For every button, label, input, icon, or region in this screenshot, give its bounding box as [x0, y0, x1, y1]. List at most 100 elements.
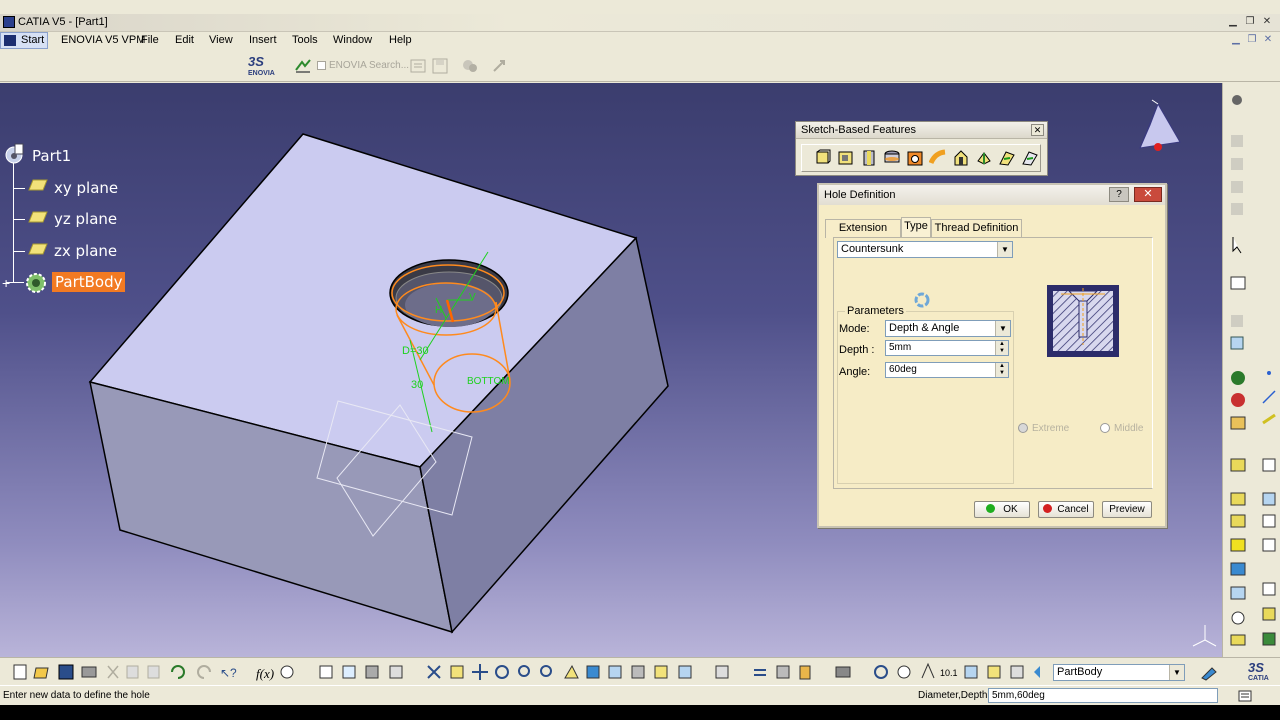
tree-item-zx-plane[interactable]: zx plane — [54, 242, 117, 260]
new-icon — [13, 664, 27, 680]
disabled-icon — [1231, 135, 1243, 147]
enovia-explore-icon[interactable] — [460, 56, 480, 76]
current-body-select[interactable]: PartBody ▼ — [1053, 664, 1185, 681]
undo-icon — [171, 665, 185, 679]
power-input-icon[interactable] — [1238, 689, 1252, 703]
tab-extension[interactable]: Extension — [825, 219, 901, 238]
hide-show-icon — [654, 665, 668, 679]
catia-logo-icon — [4, 35, 16, 46]
minimize-icon[interactable]: ▁ — [1226, 15, 1240, 29]
menu-edit[interactable]: Edit — [175, 34, 194, 46]
stiffener-icon[interactable] — [975, 149, 993, 167]
restore-icon[interactable]: ❐ — [1243, 15, 1257, 29]
catalog-icon — [342, 665, 356, 679]
sketch-based-features-toolbar[interactable]: Sketch-Based Features ✕ — [795, 121, 1048, 176]
expand-icon[interactable]: + — [2, 275, 10, 291]
angle-input[interactable]: 60deg ▲ ▼ — [885, 362, 1009, 378]
depth-input[interactable]: 5mm ▲ ▼ — [885, 340, 1009, 356]
top-toolbar: 3S ENOVIA — [0, 50, 1280, 82]
dialog-title-bar[interactable]: Hole Definition ? ✕ — [819, 185, 1165, 205]
view-icon — [1230, 336, 1244, 350]
menu-enovia[interactable]: ENOVIA V5 VPM — [61, 34, 145, 46]
removed-multi-sections-icon[interactable] — [1021, 149, 1039, 167]
tree-item-yz-plane[interactable]: yz plane — [54, 210, 117, 228]
shaft-icon[interactable] — [860, 149, 878, 167]
doc-minimize-icon[interactable]: ▁ — [1230, 34, 1242, 46]
update-icon — [715, 665, 729, 679]
help-icon[interactable]: ? — [1109, 187, 1129, 202]
enovia-search-label: ENOVIA Search... — [329, 60, 410, 71]
plane-icon — [28, 211, 48, 223]
status-param-input[interactable]: 5mm,60deg — [988, 688, 1218, 703]
start-menu-button[interactable]: Start — [0, 32, 48, 49]
sketcher-icon — [1230, 276, 1246, 290]
doc-close-icon[interactable]: ✕ — [1262, 34, 1274, 46]
mode-select[interactable]: Depth & Angle ▼ — [885, 320, 1011, 337]
depth-spinner-icon: ▲ ▼ — [995, 341, 1008, 355]
status-param-label: Diameter,Depth — [918, 690, 988, 701]
cut-icon — [107, 665, 119, 679]
groove-icon[interactable] — [883, 149, 901, 167]
dialog-close-icon[interactable]: ✕ — [1134, 187, 1162, 202]
cancel-icon — [1043, 504, 1053, 513]
anchor-extreme-radio[interactable] — [1018, 423, 1028, 433]
v-axis-label: V — [469, 292, 476, 303]
hole-type-select[interactable]: Countersunk ▼ — [837, 241, 1013, 258]
menu-file[interactable]: File — [141, 34, 159, 46]
multi-sections-solid-icon[interactable] — [998, 149, 1016, 167]
bottom-toolbar-icons[interactable]: ↖? f(x) 10.1 — [0, 658, 1040, 686]
menu-insert[interactable]: Insert — [249, 34, 277, 46]
print-icon — [81, 666, 97, 678]
save-icon — [58, 664, 74, 680]
anchor-extreme-label: Extreme — [1032, 423, 1070, 434]
enovia-tool-icon[interactable] — [408, 56, 428, 76]
pocket-icon[interactable] — [837, 149, 855, 167]
enovia-search-checkbox[interactable] — [317, 61, 326, 70]
tab-type[interactable]: Type — [901, 217, 931, 238]
angle-label: Angle: — [839, 366, 871, 378]
dropdown-arrow-icon: ▼ — [995, 321, 1010, 336]
tree-root-part1[interactable]: Part1 — [32, 147, 71, 165]
hole-definition-dialog[interactable]: Hole Definition ? ✕ Extension Type Threa… — [817, 183, 1167, 528]
preview-button[interactable]: Preview — [1102, 501, 1152, 518]
knowledge-icon — [365, 665, 379, 679]
menu-window[interactable]: Window — [333, 34, 372, 46]
cycle-icon — [874, 665, 888, 679]
rotate-icon — [495, 665, 509, 679]
catia-app-icon — [3, 16, 15, 28]
rib-icon[interactable] — [929, 149, 947, 167]
enovia-refresh-icon[interactable] — [490, 56, 510, 76]
countersunk-preview-image — [1047, 285, 1119, 357]
hole-icon[interactable] — [906, 149, 924, 167]
tree-item-xy-plane[interactable]: xy plane — [54, 179, 118, 197]
dress-up-icon — [1230, 416, 1246, 430]
close-icon[interactable]: ✕ — [1260, 15, 1274, 29]
table-icon — [319, 665, 333, 679]
cancel-button[interactable]: Cancel — [1038, 501, 1094, 518]
slot-icon[interactable] — [952, 149, 970, 167]
target-icon — [1231, 611, 1245, 625]
menu-view[interactable]: View — [209, 34, 233, 46]
anchor-middle-radio[interactable] — [1100, 423, 1110, 433]
tree-item-partbody[interactable]: PartBody — [52, 272, 126, 292]
comment-icon — [280, 665, 294, 679]
paste-icon — [147, 665, 160, 679]
pad-icon[interactable] — [814, 149, 832, 167]
doc-restore-icon[interactable]: ❐ — [1246, 34, 1258, 46]
body-icon — [1034, 666, 1040, 678]
enovia-connect-icon[interactable] — [293, 56, 313, 76]
spec-tree-icon[interactable] — [1200, 664, 1218, 682]
tab-thread-definition[interactable]: Thread Definition — [931, 219, 1022, 238]
right-toolbar-icons[interactable] — [1223, 83, 1280, 657]
menu-tools[interactable]: Tools — [292, 34, 318, 46]
menu-help[interactable]: Help — [389, 34, 412, 46]
iso-view-icon — [608, 665, 622, 679]
bottom-toolbar: ↖? f(x) 10.1 PartBody ▼ 3S CATIA — [0, 657, 1280, 685]
toolbar-close-icon[interactable]: ✕ — [1031, 124, 1044, 136]
dialog-title: Hole Definition — [824, 189, 896, 201]
diameter-label: D=30 — [402, 345, 429, 357]
catia-window: CATIA V5 - [Part1] ▁ ❐ ✕ Start ENOVIA V5… — [0, 0, 1280, 720]
redo-icon — [197, 665, 211, 679]
enovia-save-icon[interactable] — [430, 56, 450, 76]
ok-button[interactable]: OK — [974, 501, 1030, 518]
